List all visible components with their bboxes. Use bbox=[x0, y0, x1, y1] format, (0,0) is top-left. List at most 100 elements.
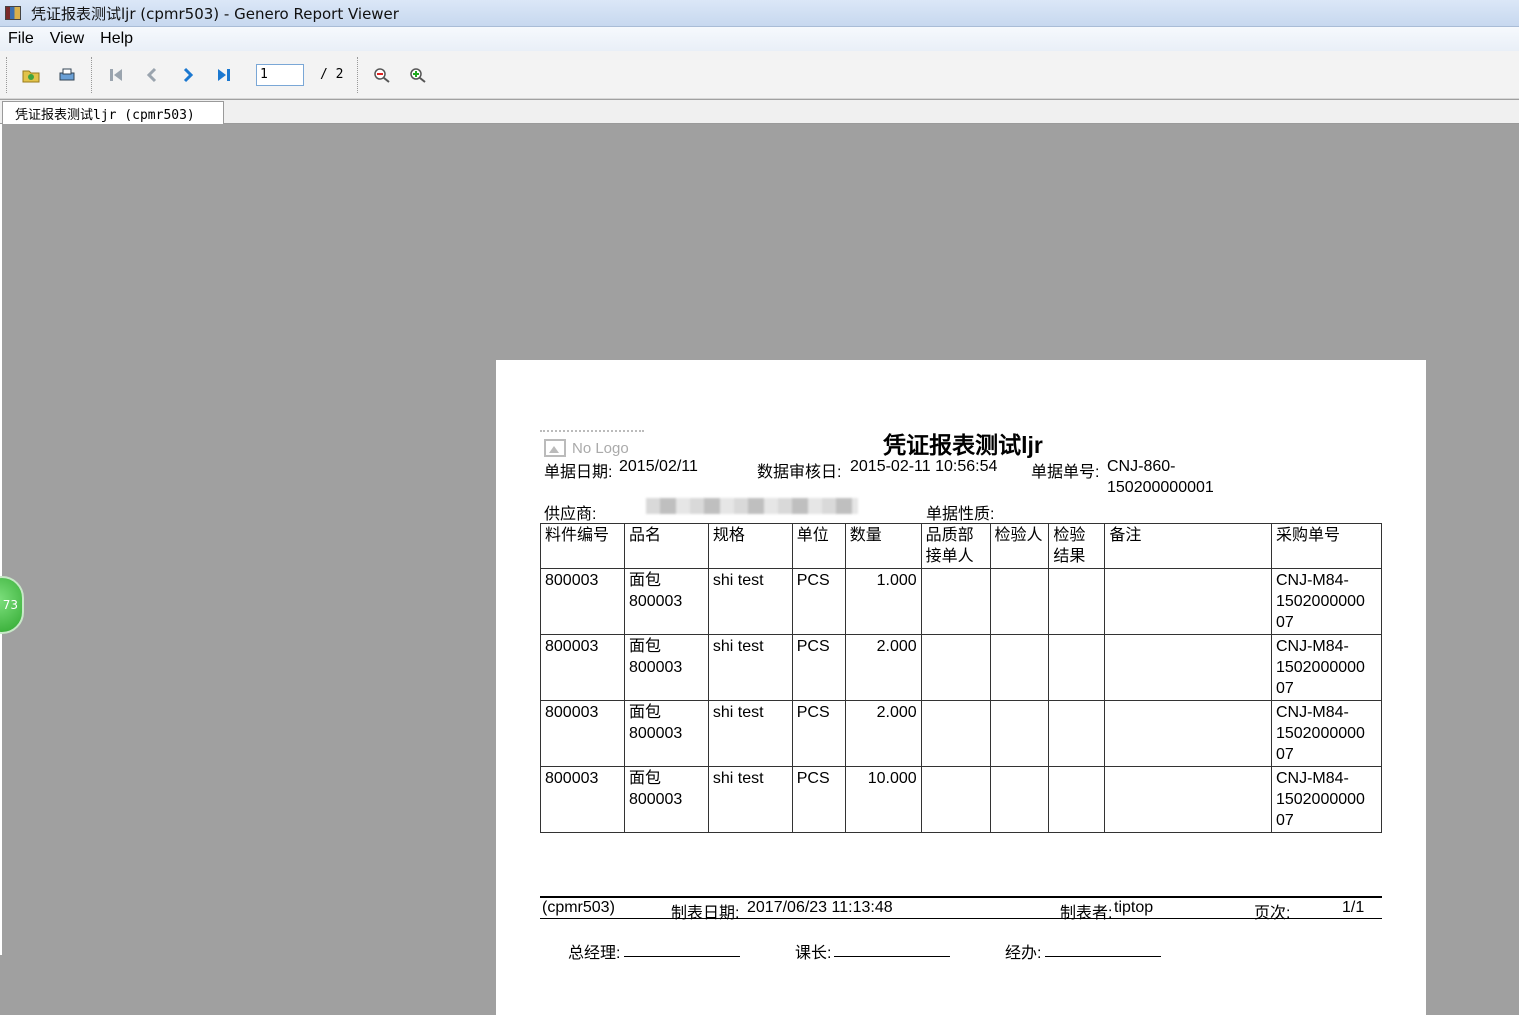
column-header: 品质部 接单人 bbox=[920, 523, 991, 569]
table-cell: shi test bbox=[707, 634, 793, 701]
supplier-label: 供应商: bbox=[544, 506, 597, 523]
detail-table: 料件编号 品名 规格 单位 数量 品质部 接单人 检验人 检验 结果 备注 采购单号 800003… bbox=[540, 523, 1383, 833]
table-cell: 800003 bbox=[540, 766, 625, 833]
first-page-icon bbox=[110, 68, 122, 81]
open-folder-icon bbox=[22, 70, 40, 82]
table-header-row: 料件编号 品名 规格 单位 数量 品质部 接单人 检验人 检验 结果 备注 采购单号 bbox=[540, 523, 1383, 569]
title-bar: 凭证报表测试ljr (cpmr503) - Genero Report View… bbox=[0, 0, 1519, 27]
zoom-in-button[interactable] bbox=[403, 60, 433, 90]
floating-badge[interactable]: 73 bbox=[0, 576, 24, 634]
column-header: 检验 结果 bbox=[1048, 523, 1106, 569]
footer-divider bbox=[540, 918, 1382, 919]
last-page-button[interactable] bbox=[209, 60, 239, 90]
chevron-left-icon bbox=[146, 67, 157, 82]
table-cell bbox=[920, 634, 991, 701]
footer-page-label: 页次: bbox=[1254, 905, 1291, 922]
column-header: 数量 bbox=[844, 523, 922, 569]
report-title: 凭证报表测试ljr bbox=[883, 432, 1043, 458]
first-page-button[interactable] bbox=[101, 60, 131, 90]
toolbar-separator bbox=[91, 56, 92, 93]
supplier-value-redacted bbox=[646, 498, 858, 514]
tab-report[interactable]: 凭证报表测试ljr (cpmr503) bbox=[2, 101, 224, 124]
table-row: 800003 面包 800003 shi test PCS 2.000 CNJ-M84- … bbox=[540, 700, 1383, 767]
table-cell bbox=[1048, 634, 1106, 701]
table-cell: 1.000 bbox=[844, 568, 922, 635]
table-cell: 2.000 bbox=[844, 634, 922, 701]
audit-date-value: 2015-02-11 10:56:54 bbox=[850, 458, 998, 475]
table-cell: PCS bbox=[791, 700, 846, 767]
doc-no-label: 单据单号: bbox=[1031, 464, 1100, 481]
next-page-button[interactable] bbox=[173, 60, 203, 90]
table-cell: CNJ-M84- 1502000000 07 bbox=[1270, 766, 1383, 833]
footer-maker: tiptop bbox=[1114, 899, 1154, 916]
footer-divider bbox=[540, 896, 1382, 898]
signature-line bbox=[1045, 956, 1161, 957]
table-cell: shi test bbox=[707, 766, 793, 833]
menu-file[interactable]: File bbox=[0, 30, 42, 48]
column-header: 检验人 bbox=[989, 523, 1050, 569]
toolbar-separator bbox=[6, 56, 7, 93]
column-header: 单位 bbox=[791, 523, 846, 569]
table-cell bbox=[920, 700, 991, 767]
table-cell: PCS bbox=[791, 568, 846, 635]
print-button[interactable] bbox=[52, 60, 82, 90]
table-cell: PCS bbox=[791, 634, 846, 701]
footer-made-date-label: 制表日期: bbox=[671, 905, 740, 922]
table-cell bbox=[1048, 766, 1106, 833]
table-cell: 800003 bbox=[540, 568, 625, 635]
table-cell: 10.000 bbox=[844, 766, 922, 833]
table-cell bbox=[920, 766, 991, 833]
column-header: 规格 bbox=[707, 523, 793, 569]
table-cell bbox=[1048, 568, 1106, 635]
zoom-in-icon bbox=[410, 67, 427, 83]
report-page: No Logo 凭证报表测试ljr 单据日期: 2015/02/11 数据审核日… bbox=[496, 360, 1426, 1015]
table-cell bbox=[1104, 634, 1272, 701]
footer-maker-label: 制表者: bbox=[1060, 905, 1113, 922]
footer-program: (cpmr503) bbox=[542, 899, 615, 916]
table-cell bbox=[989, 568, 1050, 635]
toolbar-separator bbox=[357, 56, 359, 93]
doc-no-value-line2: 150200000001 bbox=[1107, 479, 1214, 496]
table-cell bbox=[1104, 568, 1272, 635]
table-cell: shi test bbox=[707, 700, 793, 767]
signature-section-chief-label: 课长: bbox=[795, 945, 832, 962]
table-cell: 面包 800003 bbox=[623, 766, 709, 833]
table-cell bbox=[1104, 766, 1272, 833]
doc-date-label: 单据日期: bbox=[544, 464, 613, 481]
table-cell: 面包 800003 bbox=[623, 700, 709, 767]
signature-line bbox=[624, 956, 740, 957]
table-cell: 2.000 bbox=[844, 700, 922, 767]
column-header: 品名 bbox=[623, 523, 709, 569]
window-title: 凭证报表测试ljr (cpmr503) - Genero Report View… bbox=[31, 4, 399, 23]
signature-general-manager-label: 总经理: bbox=[568, 945, 621, 962]
column-header: 料件编号 bbox=[540, 523, 625, 569]
menu-view[interactable]: View bbox=[42, 30, 92, 48]
table-cell: CNJ-M84- 1502000000 07 bbox=[1270, 568, 1383, 635]
table-row: 800003 面包 800003 shi test PCS 10.000 CNJ-M84-… bbox=[540, 766, 1383, 833]
toolbar: / 2 bbox=[0, 51, 1519, 99]
table-cell bbox=[1048, 700, 1106, 767]
footer-page: 1/1 bbox=[1342, 899, 1365, 916]
footer-made-date: 2017/06/23 11:13:48 bbox=[747, 899, 893, 916]
open-report-button[interactable] bbox=[16, 60, 46, 90]
table-row: 800003 面包 800003 shi test PCS 2.000 CNJ-M84- … bbox=[540, 634, 1383, 701]
table-cell bbox=[989, 766, 1050, 833]
table-cell bbox=[1104, 700, 1272, 767]
menu-bar: File View Help bbox=[0, 27, 1519, 51]
doc-date-value: 2015/02/11 bbox=[619, 458, 698, 475]
column-header: 备注 bbox=[1104, 523, 1272, 569]
document-tab-strip: 凭证报表测试ljr (cpmr503) bbox=[0, 100, 1519, 124]
menu-help[interactable]: Help bbox=[92, 30, 141, 48]
table-cell: CNJ-M84- 1502000000 07 bbox=[1270, 700, 1383, 767]
previous-page-button[interactable] bbox=[137, 60, 167, 90]
table-cell: CNJ-M84- 1502000000 07 bbox=[1270, 634, 1383, 701]
page-number-input[interactable] bbox=[256, 63, 304, 86]
zoom-out-button[interactable] bbox=[367, 60, 397, 90]
page-total-label: / 2 bbox=[320, 67, 344, 82]
table-body: 800003 面包 800003 shi test PCS 1.000 CNJ-M84- … bbox=[540, 568, 1383, 833]
column-header: 采购单号 bbox=[1270, 523, 1383, 569]
chevron-right-icon bbox=[183, 67, 194, 82]
table-cell: 面包 800003 bbox=[623, 568, 709, 635]
report-canvas[interactable]: 73 No Logo 凭证报表测试ljr 单据日期: 2015/02/11 数据… bbox=[0, 124, 1519, 1015]
app-icon bbox=[5, 6, 21, 20]
